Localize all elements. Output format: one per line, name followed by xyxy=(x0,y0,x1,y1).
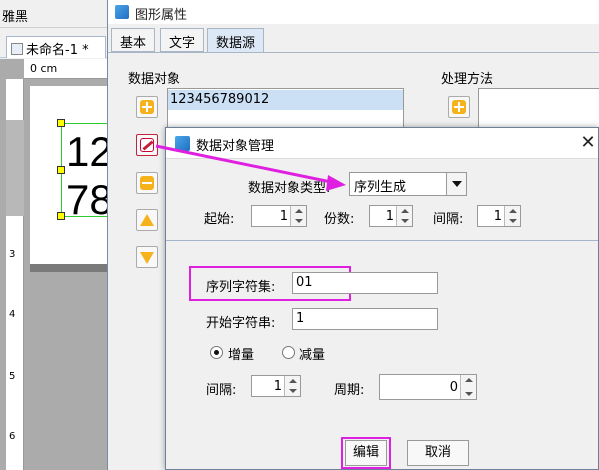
spinner-arrows-icon[interactable] xyxy=(396,206,412,226)
chevron-down-icon[interactable] xyxy=(446,173,466,195)
move-down-button[interactable] xyxy=(136,246,158,268)
add-icon xyxy=(452,100,466,114)
period-value: 0 xyxy=(449,380,458,395)
ruler-tick: 3 xyxy=(9,249,16,260)
background-toolbar: 雅黑 xyxy=(0,0,110,28)
add-icon xyxy=(140,100,154,114)
remove-data-button[interactable] xyxy=(136,172,158,194)
data-object-group-label: 数据对象 xyxy=(128,72,181,87)
charset-label: 序列字符集: xyxy=(206,280,276,295)
step-stepper[interactable]: 1 xyxy=(251,375,301,397)
spinner-arrows-icon[interactable] xyxy=(290,206,306,226)
label-text-line1: 12 xyxy=(66,128,113,175)
add-processing-button[interactable] xyxy=(448,96,470,118)
move-down-icon xyxy=(140,252,154,264)
charset-field[interactable]: 01 xyxy=(292,272,438,294)
remove-icon xyxy=(140,176,154,190)
tab-data-source[interactable]: 数据源 xyxy=(207,28,265,53)
properties-titlebar: 图形属性 xyxy=(108,0,599,24)
edit-data-button[interactable] xyxy=(136,134,158,156)
resize-handle[interactable] xyxy=(57,212,65,220)
step-value: 1 xyxy=(273,379,282,394)
move-up-button[interactable] xyxy=(136,209,158,231)
interval-value: 1 xyxy=(493,209,502,224)
ruler-tick: 6 xyxy=(9,431,16,442)
data-object-management-dialog: 数据对象管理 ✕ 数据对象类型: 序列生成 起始: 1 份数: 1 间隔: 1 … xyxy=(165,127,599,470)
app-icon xyxy=(115,5,129,19)
increment-label: 增量 xyxy=(228,348,255,363)
spinner-arrows-icon[interactable] xyxy=(284,376,300,396)
resize-handle[interactable] xyxy=(57,119,65,127)
label-text-line2: 78 xyxy=(66,176,113,223)
document-tab-label: 未命名-1 * xyxy=(26,43,89,58)
step-label: 间隔: xyxy=(206,383,237,398)
ruler-unit-label: 0 cm xyxy=(30,62,58,75)
start-value: 1 xyxy=(279,209,288,224)
type-label: 数据对象类型: xyxy=(248,181,331,196)
increment-radio[interactable] xyxy=(210,346,223,359)
horizontal-ruler: 0 cm xyxy=(24,59,108,79)
start-string-field[interactable]: 1 xyxy=(292,308,438,330)
dialog-titlebar: 数据对象管理 ✕ xyxy=(166,128,598,159)
decrement-radio[interactable] xyxy=(282,346,295,359)
close-icon[interactable]: ✕ xyxy=(578,132,598,154)
start-string-label: 开始字符串: xyxy=(206,316,276,331)
document-tab[interactable]: 未命名-1 * xyxy=(6,36,106,58)
period-label: 周期: xyxy=(334,383,365,398)
document-icon xyxy=(11,43,23,55)
list-item[interactable]: 123456789012 xyxy=(168,90,403,110)
tab-divider xyxy=(108,52,599,53)
tab-basic[interactable]: 基本 xyxy=(111,28,156,52)
processing-method-list[interactable] xyxy=(478,88,599,128)
decrement-label: 减量 xyxy=(299,348,326,363)
ruler-tick: 5 xyxy=(9,371,16,382)
copies-label: 份数: xyxy=(324,212,355,227)
resize-handle[interactable] xyxy=(57,166,65,174)
start-label: 起始: xyxy=(204,212,235,227)
selected-text-object[interactable]: 12 78 xyxy=(57,119,113,223)
edit-button[interactable]: 编辑 xyxy=(345,440,387,466)
interval-label: 间隔: xyxy=(433,212,464,227)
font-name-text[interactable]: 雅黑 xyxy=(2,6,28,25)
add-data-button[interactable] xyxy=(136,96,158,118)
paper-shadow xyxy=(30,264,108,272)
tab-text[interactable]: 文字 xyxy=(160,28,205,52)
copies-value: 1 xyxy=(385,209,394,224)
edit-icon xyxy=(140,138,154,152)
period-stepper[interactable]: 0 xyxy=(379,374,477,400)
section-divider xyxy=(166,240,598,241)
move-up-icon xyxy=(140,214,154,226)
data-type-select[interactable]: 序列生成 xyxy=(349,172,467,196)
spinner-arrows-icon[interactable] xyxy=(504,206,520,226)
ruler-tick: 4 xyxy=(9,309,16,320)
type-select-value: 序列生成 xyxy=(354,180,407,195)
cancel-button[interactable]: 取消 xyxy=(407,440,469,466)
interval-stepper[interactable]: 1 xyxy=(477,205,521,227)
data-object-list[interactable]: 123456789012 xyxy=(167,88,404,128)
ruler-selection-mark xyxy=(6,120,24,216)
app-icon xyxy=(175,136,190,151)
copies-stepper[interactable]: 1 xyxy=(369,205,413,227)
spinner-arrows-icon[interactable] xyxy=(460,375,476,399)
start-stepper[interactable]: 1 xyxy=(251,205,307,227)
properties-title: 图形属性 xyxy=(135,8,188,23)
processing-group-label: 处理方法 xyxy=(441,72,494,87)
dialog-title: 数据对象管理 xyxy=(196,139,275,154)
